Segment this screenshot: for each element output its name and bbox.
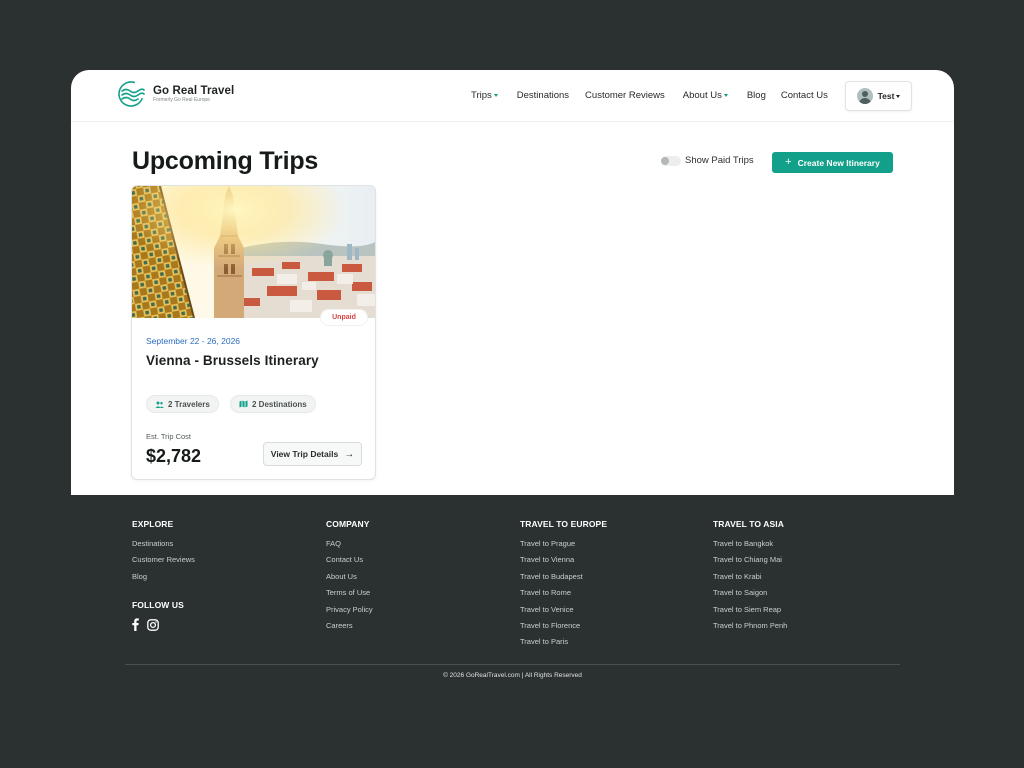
footer-link[interactable]: Contact Us (326, 555, 373, 571)
footer-link[interactable]: Destinations (132, 539, 195, 555)
instagram-icon[interactable] (147, 618, 159, 631)
nav-item-customer-reviews[interactable]: Customer Reviews (585, 90, 665, 101)
main-nav: Trips Destinations Customer Reviews Abou… (471, 90, 828, 101)
footer-link[interactable]: Terms of Use (326, 588, 373, 604)
social-links (132, 618, 195, 632)
footer-link[interactable]: Travel to Florence (520, 621, 607, 637)
user-menu-button[interactable]: Test (845, 81, 912, 111)
nav-item-label: Blog (746, 90, 766, 101)
nav-item-trips[interactable]: Trips (471, 90, 498, 101)
footer-link[interactable]: Travel to Bangkok (713, 539, 787, 555)
trip-dates: September 22 - 26, 2026 (146, 336, 241, 346)
nav-item-label: Customer Reviews (585, 90, 665, 101)
footer-heading: TRAVEL TO ASIA (713, 519, 784, 529)
status-badge: Unpaid (321, 310, 367, 325)
arrow-right-icon: → (344, 448, 355, 460)
travelers-chip: 2 Travelers (146, 395, 219, 413)
destinations-chip: 2 Destinations (230, 395, 316, 413)
trip-card[interactable]: Unpaid September 22 - 26, 2026 Vienna - … (131, 185, 376, 480)
brand-tagline: Formerly Go Real Europe (153, 97, 210, 103)
view-trip-details-button[interactable]: View Trip Details → (263, 442, 362, 466)
footer-link[interactable]: Travel to Saigon (713, 588, 787, 604)
map-icon (239, 400, 248, 408)
footer-link[interactable]: Travel to Krabi (713, 572, 787, 588)
plus-icon: + (785, 156, 792, 168)
footer-company: COMPANY FAQ Contact Us About Us Terms of… (326, 519, 373, 637)
page-content: Go Real Travel Formerly Go Real Europe T… (71, 70, 954, 495)
site-logo[interactable]: Go Real Travel Formerly Go Real Europe (117, 80, 234, 108)
footer-link[interactable]: Travel to Paris (520, 637, 607, 653)
brand-name: Go Real Travel (153, 85, 235, 97)
toggle-label: Show Paid Trips (685, 155, 754, 166)
trip-title: Vienna - Brussels Itinerary (146, 353, 319, 368)
footer-link[interactable]: Blog (132, 572, 195, 588)
footer-link[interactable]: FAQ (326, 539, 373, 555)
nav-item-label: Contact Us (780, 90, 828, 101)
nav-item-label: Destinations (516, 90, 570, 101)
create-itinerary-button[interactable]: + Create New Itinerary (772, 152, 893, 173)
footer-link[interactable]: Travel to Prague (520, 539, 607, 555)
footer-travel-asia: TRAVEL TO ASIA Travel to Bangkok Travel … (713, 519, 787, 637)
footer-link[interactable]: Travel to Phnom Penh (713, 621, 787, 637)
footer-heading: FOLLOW US (132, 600, 184, 611)
footer-link[interactable]: Travel to Chiang Mai (713, 555, 787, 571)
caret-down-icon (723, 94, 728, 97)
footer-link[interactable]: Travel to Rome (520, 588, 607, 604)
trip-cost: $2,782 (146, 446, 202, 466)
show-paid-trips-toggle[interactable]: Show Paid Trips (661, 155, 754, 166)
toggle-switch[interactable] (661, 155, 681, 166)
footer-travel-europe: TRAVEL TO EUROPE Travel to Prague Travel… (520, 519, 607, 654)
logo-wave-icon (118, 81, 145, 107)
nav-item-destinations[interactable]: Destinations (517, 90, 569, 101)
city-photo (132, 186, 375, 318)
nav-item-contact-us[interactable]: Contact Us (781, 90, 828, 101)
site-header: Go Real Travel Formerly Go Real Europe T… (71, 70, 954, 122)
footer-heading: EXPLORE (132, 519, 174, 529)
footer-divider (125, 664, 900, 665)
view-trip-details-label: View Trip Details (270, 449, 339, 459)
cost-label: Est. Trip Cost (146, 432, 192, 441)
footer-link[interactable]: Privacy Policy (326, 605, 373, 621)
travelers-count: 2 Travelers (168, 399, 210, 409)
destinations-count: 2 Destinations (252, 399, 307, 409)
footer-link[interactable]: Travel to Venice (520, 605, 607, 621)
copyright-text: © 2026 GoRealTravel.com | All Rights Res… (443, 672, 582, 679)
footer-explore: EXPLORE Destinations Customer Reviews Bl… (132, 519, 195, 632)
create-itinerary-label: Create New Itinerary (797, 157, 880, 168)
user-avatar-icon (856, 88, 873, 104)
site-footer: EXPLORE Destinations Customer Reviews Bl… (71, 495, 954, 698)
nav-item-blog[interactable]: Blog (747, 90, 766, 101)
page-title: Upcoming Trips (132, 147, 319, 175)
footer-link[interactable]: Customer Reviews (132, 555, 195, 571)
nav-item-about-us[interactable]: About Us (683, 90, 728, 101)
footer-link[interactable]: About Us (326, 572, 373, 588)
users-icon (155, 401, 164, 408)
nav-item-label: About Us (682, 90, 722, 101)
footer-link[interactable]: Travel to Vienna (520, 555, 607, 571)
user-name: Test (877, 91, 895, 101)
footer-heading: COMPANY (326, 519, 370, 529)
footer-link[interactable]: Travel to Budapest (520, 572, 607, 588)
caret-down-icon (493, 94, 498, 97)
footer-link[interactable]: Careers (326, 621, 373, 637)
footer-heading: TRAVEL TO EUROPE (520, 519, 608, 529)
facebook-icon[interactable] (132, 618, 139, 632)
footer-link[interactable]: Travel to Siem Reap (713, 605, 787, 621)
caret-down-icon (896, 94, 901, 98)
nav-item-label: Trips (471, 90, 492, 101)
browser-frame: Go Real Travel Formerly Go Real Europe T… (71, 70, 954, 698)
